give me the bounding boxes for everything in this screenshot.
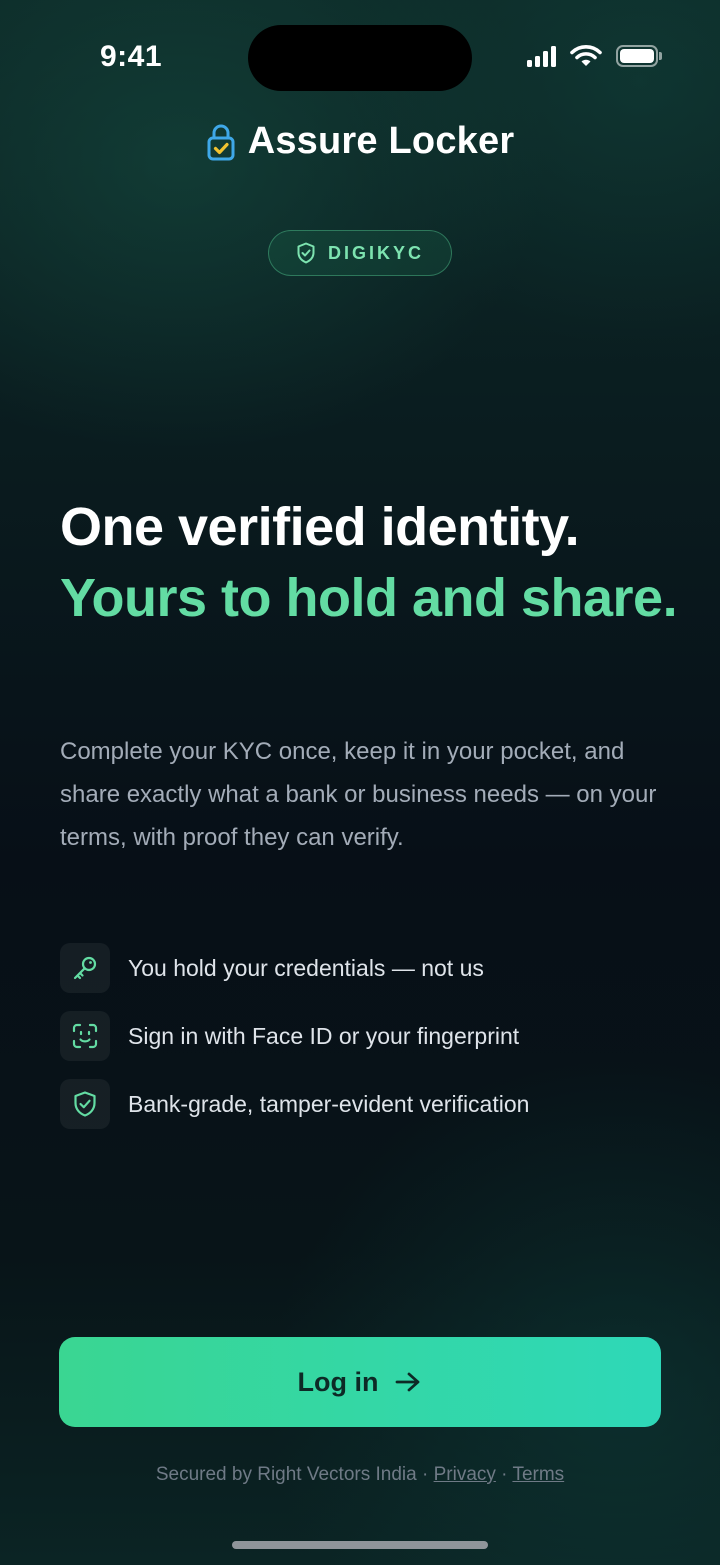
feature-item: Sign in with Face ID or your fingerprint	[60, 1010, 680, 1062]
footer: Secured by Right Vectors India · Privacy…	[0, 1464, 720, 1486]
footer-separator: ·	[421, 1464, 429, 1485]
feature-icon-container	[60, 943, 110, 993]
welcome-screen: 9:41 Assure Locker DIGIKYC One verified …	[0, 0, 720, 1565]
shield-check-icon	[74, 1091, 96, 1117]
login-button[interactable]: Log in	[59, 1337, 661, 1427]
brand-name: Assure Locker	[247, 120, 515, 162]
privacy-link[interactable]: Privacy	[434, 1464, 496, 1485]
dynamic-island	[248, 25, 472, 91]
shield-check-icon	[297, 242, 315, 264]
headline-line-1: One verified identity.	[60, 497, 580, 557]
key-icon	[73, 956, 97, 980]
brand-header: Assure Locker	[0, 120, 720, 163]
wifi-icon	[570, 45, 602, 66]
digikyc-badge: DIGIKYC	[268, 230, 452, 276]
hero-description: Complete your KYC once, keep it in your …	[60, 738, 657, 851]
footer-separator: ·	[501, 1464, 508, 1485]
cellular-signal-icon	[527, 45, 556, 67]
battery-icon	[616, 45, 662, 67]
home-indicator[interactable]	[232, 1541, 488, 1549]
terms-link[interactable]: Terms	[512, 1464, 564, 1485]
feature-item: Bank-grade, tamper-evident verification	[60, 1078, 680, 1130]
secured-by-text: Secured by Right Vectors India	[155, 1464, 417, 1485]
feature-item: You hold your credentials — not us	[60, 942, 680, 994]
status-time: 9:41	[100, 40, 163, 73]
login-button-label: Log in	[297, 1366, 379, 1397]
face-id-icon	[72, 1023, 98, 1049]
headline-line-2: Yours to hold and share.	[60, 568, 678, 628]
lock-check-icon	[207, 124, 235, 160]
badge-label: DIGIKYC	[327, 242, 424, 263]
feature-text: Sign in with Face ID or your fingerprint	[128, 1022, 520, 1049]
feature-list: You hold your credentials — not us Sign …	[60, 942, 680, 1146]
feature-icon-container	[60, 1079, 110, 1129]
status-icons	[527, 44, 662, 68]
feature-text: Bank-grade, tamper-evident verification	[128, 1090, 530, 1117]
feature-icon-container	[60, 1011, 110, 1061]
feature-text: You hold your credentials — not us	[128, 954, 484, 981]
hero-headline: One verified identity. Yours to hold and…	[60, 492, 680, 634]
arrow-right-icon	[396, 1372, 420, 1392]
